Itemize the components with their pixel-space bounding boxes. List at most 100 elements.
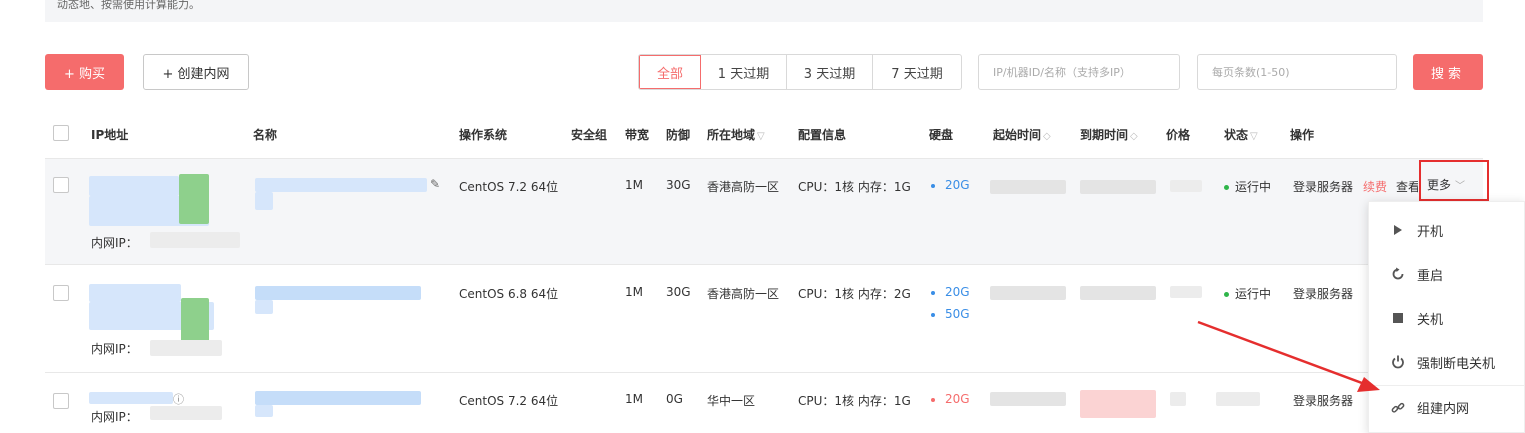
ip-redacted bbox=[89, 392, 173, 404]
create-lan-button[interactable]: + 创建内网 bbox=[143, 54, 249, 90]
ip-redacted bbox=[89, 176, 179, 196]
region: 香港高防一区 bbox=[707, 180, 780, 194]
bandwidth: 1M bbox=[625, 285, 643, 299]
os: CentOS 7.2 64位 bbox=[459, 180, 559, 194]
col-defense: 防御 bbox=[666, 128, 691, 142]
buy-button[interactable]: + 购买 bbox=[45, 54, 124, 90]
login-server-link[interactable]: 登录服务器 bbox=[1293, 285, 1353, 302]
bullet-icon bbox=[931, 183, 935, 188]
more-dropdown-menu: 开机 重启 关机 强制断电关机 组建内网 bbox=[1368, 201, 1525, 433]
refresh-icon bbox=[1389, 267, 1407, 281]
col-expire-time[interactable]: 到期时间 ◇ bbox=[1080, 126, 1138, 143]
create-lan-button-label: + 创建内网 bbox=[162, 66, 230, 82]
filter-icon[interactable]: ▽ bbox=[757, 131, 765, 142]
edit-icon[interactable]: ✎ bbox=[430, 177, 440, 191]
name-redacted bbox=[255, 192, 273, 210]
config: CPU：1核 内存：2G bbox=[798, 287, 911, 301]
status-dot-icon bbox=[1224, 185, 1229, 190]
lan-ip-label: 内网IP： bbox=[91, 410, 138, 424]
bandwidth: 1M bbox=[625, 178, 643, 192]
status: 运行中 bbox=[1224, 178, 1271, 195]
os: CentOS 7.2 64位 bbox=[459, 394, 559, 408]
price-redacted bbox=[1170, 180, 1202, 192]
lan-ip-redacted bbox=[150, 406, 222, 420]
config: CPU：1核 内存：1G bbox=[798, 180, 911, 194]
bullet-icon bbox=[931, 290, 935, 295]
status-text: 运行中 bbox=[1235, 180, 1272, 194]
lan-ip-label: 内网IP： bbox=[91, 236, 138, 250]
name-redacted bbox=[255, 286, 421, 300]
sort-icon[interactable]: ◇ bbox=[1130, 131, 1138, 142]
disk: 50G bbox=[931, 307, 970, 321]
search-button[interactable]: 搜索 bbox=[1413, 54, 1483, 90]
col-security-group: 安全组 bbox=[571, 128, 608, 142]
col-disk: 硬盘 bbox=[929, 128, 954, 142]
disk: 20G bbox=[931, 392, 970, 406]
info-icon[interactable]: ⓘ bbox=[173, 391, 184, 407]
ip-search-input[interactable]: IP/机器ID/名称（支持多IP） bbox=[978, 54, 1180, 90]
expire-time-redacted bbox=[1080, 390, 1156, 418]
table-row bbox=[45, 158, 1483, 265]
sort-icon[interactable]: ◇ bbox=[1043, 131, 1051, 142]
col-status-label: 状态 bbox=[1224, 128, 1249, 142]
filter-icon[interactable]: ▽ bbox=[1250, 131, 1258, 142]
lan-ip-redacted bbox=[150, 340, 222, 356]
disk: 20G bbox=[931, 178, 970, 192]
view-link[interactable]: 查看 bbox=[1396, 178, 1418, 195]
region: 华中一区 bbox=[707, 394, 756, 408]
filter-7-day[interactable]: 7 天过期 bbox=[873, 55, 961, 89]
name-redacted bbox=[255, 300, 273, 314]
lan-ip-label: 内网IP： bbox=[91, 342, 138, 356]
play-icon bbox=[1389, 224, 1407, 236]
col-config: 配置信息 bbox=[798, 128, 847, 142]
status-redacted bbox=[1216, 392, 1260, 406]
stop-icon bbox=[1389, 313, 1407, 323]
filter-3-day[interactable]: 3 天过期 bbox=[787, 55, 873, 89]
region: 香港高防一区 bbox=[707, 287, 780, 301]
filter-1-day[interactable]: 1 天过期 bbox=[701, 55, 787, 89]
col-status[interactable]: 状态 ▽ bbox=[1224, 126, 1258, 143]
menu-item-force-poweroff[interactable]: 强制断电关机 bbox=[1369, 340, 1525, 384]
per-page-input[interactable]: 每页条数(1-50) bbox=[1197, 54, 1397, 90]
filter-all[interactable]: 全部 bbox=[639, 55, 701, 89]
select-all-checkbox[interactable] bbox=[53, 125, 69, 141]
link-icon bbox=[1389, 401, 1407, 415]
renew-link[interactable]: 续费 bbox=[1363, 178, 1387, 195]
search-button-label: 搜索 bbox=[1430, 66, 1465, 82]
col-expire-time-label: 到期时间 bbox=[1080, 128, 1129, 142]
disk: 20G bbox=[931, 285, 970, 299]
login-server-link[interactable]: 登录服务器 bbox=[1293, 178, 1353, 195]
menu-item-build-lan[interactable]: 组建内网 bbox=[1369, 385, 1525, 429]
ip-redacted bbox=[181, 298, 209, 344]
menu-item-label: 关机 bbox=[1417, 312, 1444, 328]
config: CPU：1核 内存：1G bbox=[798, 394, 911, 408]
disk-size: 20G bbox=[945, 285, 970, 299]
menu-item-power-on[interactable]: 开机 bbox=[1369, 208, 1525, 252]
col-start-time[interactable]: 起始时间 ◇ bbox=[993, 126, 1051, 143]
expire-time-redacted bbox=[1080, 180, 1156, 194]
name-redacted bbox=[255, 405, 273, 417]
col-bandwidth: 带宽 bbox=[625, 128, 650, 142]
ip-redacted bbox=[179, 174, 209, 224]
row-checkbox[interactable] bbox=[53, 285, 69, 301]
disk-size: 20G bbox=[945, 392, 970, 406]
col-start-time-label: 起始时间 bbox=[993, 128, 1042, 142]
notice-text: 动态地、按需使用计算能力。 bbox=[57, 0, 200, 11]
table-row bbox=[45, 266, 1483, 373]
col-os: 操作系统 bbox=[459, 128, 508, 142]
defense: 30G bbox=[666, 285, 691, 299]
row-checkbox[interactable] bbox=[53, 177, 69, 193]
defense: 0G bbox=[666, 392, 683, 406]
menu-item-restart[interactable]: 重启 bbox=[1369, 252, 1525, 296]
lan-ip-redacted bbox=[150, 232, 240, 248]
col-region-label: 所在地域 bbox=[707, 128, 756, 142]
login-server-link[interactable]: 登录服务器 bbox=[1293, 392, 1353, 409]
row-checkbox[interactable] bbox=[53, 393, 69, 409]
price-redacted bbox=[1170, 286, 1202, 298]
expire-time-redacted bbox=[1080, 286, 1156, 300]
disk-size: 50G bbox=[945, 307, 970, 321]
status-text: 运行中 bbox=[1235, 287, 1272, 301]
col-region[interactable]: 所在地域 ▽ bbox=[707, 126, 765, 143]
menu-item-shutdown[interactable]: 关机 bbox=[1369, 296, 1525, 340]
per-page-placeholder: 每页条数(1-50) bbox=[1212, 66, 1290, 79]
